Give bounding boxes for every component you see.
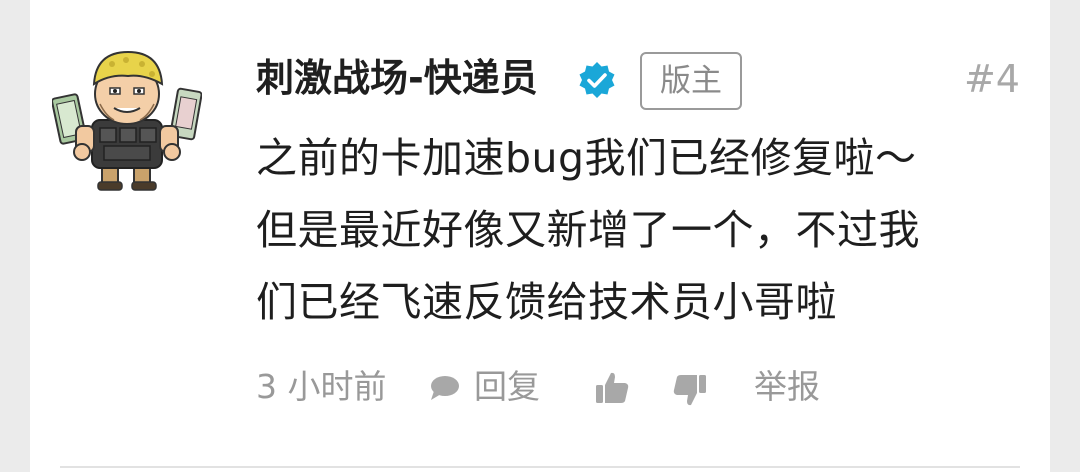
speech-bubble-icon: [431, 376, 459, 400]
avatar-illustration-icon: [52, 50, 202, 191]
verified-check-icon: [578, 61, 616, 99]
thumbs-up-icon: [596, 372, 629, 403]
content-line: 之前的卡加速bug我们已经修复啦～: [256, 134, 917, 182]
comment-content: 之前的卡加速bug我们已经修复啦～ 但是最近好像又新增了一个，不过我 们已经飞速…: [256, 122, 1026, 338]
report-button[interactable]: 举报: [754, 362, 820, 412]
post-time: 3 小时前: [256, 367, 387, 406]
author-name[interactable]: 刺激战场-快递员: [256, 54, 538, 102]
floor-number: #4: [963, 57, 1020, 101]
dislike-button[interactable]: [672, 372, 708, 408]
comment-card: 刺激战场-快递员 版主 #4 之前的卡加速bug我们已经修复啦～ 但是最近好像又…: [30, 0, 1050, 472]
like-button[interactable]: [594, 370, 630, 406]
moderator-badge: 版主: [640, 52, 742, 110]
content-line: 但是最近好像又新增了一个，不过我: [256, 206, 920, 254]
avatar[interactable]: [52, 44, 202, 194]
thumbs-down-icon: [673, 375, 706, 406]
divider: [60, 466, 1020, 468]
reply-label: 回复: [474, 367, 540, 406]
content-line: 们已经飞速反馈给技术员小哥啦: [256, 278, 837, 326]
